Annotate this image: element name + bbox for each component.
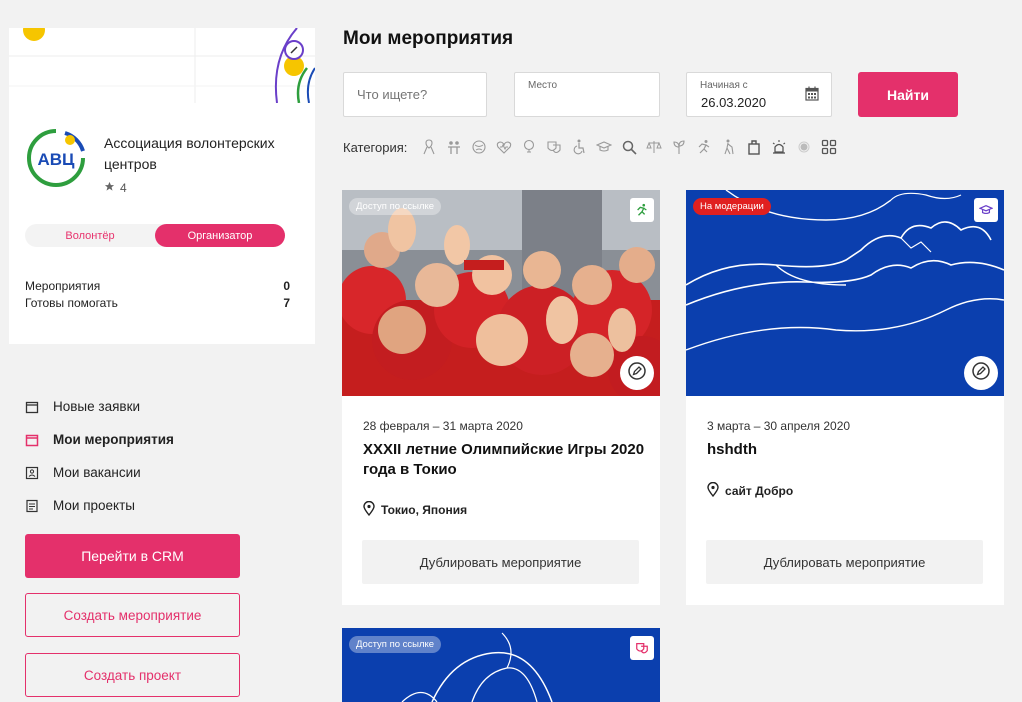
nav-item-my-projects[interactable]: Мои проекты (25, 489, 245, 522)
event-image: На модерации (686, 190, 1004, 396)
create-project-button[interactable]: Создать проект (25, 653, 240, 697)
calendar-icon[interactable] (805, 86, 819, 101)
nav-label: Мои мероприятия (53, 432, 174, 447)
profile-card: АВЦ Ассоциация волонтерских центров 4 Во… (9, 103, 315, 344)
event-card[interactable]: На модерации 3 марта – 30 апреля 2020 hs… (686, 190, 1004, 605)
document-icon (25, 499, 39, 513)
stat-events: Мероприятия 0 (25, 279, 290, 296)
date-value: 26.03.2020 (701, 95, 767, 110)
logo-text: АВЦ (38, 150, 76, 169)
bulb-icon[interactable] (521, 139, 537, 155)
profile-cover (9, 28, 315, 103)
category-filter: Категория: (343, 139, 837, 155)
date-field[interactable]: Начиная с 26.03.2020 (686, 72, 832, 117)
stat-label: Готовы помогать (25, 296, 118, 310)
nav-label: Мои проекты (53, 498, 135, 513)
event-card[interactable]: Доступ по ссылке 28 февраля – 31 марта 2… (342, 190, 660, 605)
date-label: Начиная с (700, 80, 748, 91)
heart-icon[interactable] (496, 139, 512, 155)
go-to-crm-button[interactable]: Перейти в CRM (25, 534, 240, 578)
stat-value: 7 (283, 296, 290, 310)
event-title[interactable]: XXXII летние Олимпийские Игры 2020 года … (363, 440, 648, 480)
category-badge-masks-icon (630, 636, 654, 660)
globe-icon[interactable] (471, 139, 487, 155)
event-location: Токио, Япония (363, 500, 468, 519)
rating-value: 4 (120, 181, 127, 195)
create-event-button[interactable]: Создать мероприятие (25, 593, 240, 637)
nav-item-my-vacancies[interactable]: Мои вакансии (25, 456, 245, 489)
justice-icon[interactable] (646, 139, 663, 155)
organization-logo: АВЦ (25, 127, 87, 189)
search-icon[interactable] (621, 139, 637, 155)
place-field[interactable]: Место (514, 72, 660, 117)
event-date: 3 марта – 30 апреля 2020 (707, 419, 851, 433)
calendar-icon (25, 400, 39, 414)
calendar-icon (25, 433, 39, 447)
runner-icon[interactable] (696, 139, 712, 155)
stat-label: Мероприятия (25, 279, 101, 293)
duplicate-event-button[interactable]: Дублировать мероприятие (362, 540, 639, 584)
pencil-icon (628, 361, 646, 385)
moderation-badge: На модерации (693, 198, 771, 215)
category-badge-graduation-cap-icon (974, 198, 998, 222)
event-location: сайт Добро (707, 481, 794, 500)
virus-icon[interactable] (796, 139, 812, 155)
bag-icon[interactable] (746, 139, 762, 155)
nav-item-new-requests[interactable]: Новые заявки (25, 390, 245, 423)
elderly-icon[interactable] (721, 139, 737, 155)
location-text: сайт Добро (725, 484, 794, 498)
access-badge: Доступ по ссылке (349, 636, 442, 653)
nav-label: Новые заявки (53, 399, 141, 414)
location-text: Токио, Япония (381, 503, 468, 517)
masks-icon[interactable] (546, 139, 562, 155)
stat-value: 0 (283, 279, 290, 293)
organization-name: Ассоциация волонтерских центров (104, 135, 275, 172)
vacancy-icon (25, 466, 39, 480)
page-title: Мои мероприятия (343, 28, 514, 49)
duplicate-event-button[interactable]: Дублировать мероприятие (706, 540, 983, 584)
pencil-icon (972, 361, 990, 385)
edit-event-button[interactable] (620, 356, 654, 390)
grid-icon[interactable] (821, 139, 837, 155)
event-image: Доступ по ссылке (342, 190, 660, 396)
search-field (343, 72, 487, 117)
category-label: Категория: (343, 139, 408, 155)
event-card[interactable]: Доступ по ссылке (342, 628, 660, 702)
role-volunteer-tab[interactable]: Волонтёр (25, 224, 155, 247)
category-icons (421, 139, 837, 155)
nav-label: Мои вакансии (53, 465, 141, 480)
plant-icon[interactable] (671, 139, 687, 155)
location-pin-icon (363, 500, 375, 519)
event-title[interactable]: hshdth (707, 440, 992, 460)
wheelchair-icon[interactable] (571, 139, 587, 155)
siren-icon[interactable] (771, 139, 787, 155)
graduation-cap-icon[interactable] (596, 139, 613, 155)
category-badge-runner-icon (630, 198, 654, 222)
rating: 4 (104, 181, 127, 195)
ribbon-icon[interactable] (421, 139, 437, 155)
edit-event-button[interactable] (964, 356, 998, 390)
stats: Мероприятия 0 Готовы помогать 7 (25, 279, 290, 313)
role-organizer-tab[interactable]: Организатор (155, 224, 285, 247)
search-input[interactable] (357, 87, 477, 102)
star-icon (104, 181, 115, 195)
stat-helpers: Готовы помогать 7 (25, 296, 290, 313)
location-pin-icon (707, 481, 719, 500)
place-label: Место (528, 80, 558, 91)
nav-item-my-events[interactable]: Мои мероприятия (25, 423, 245, 456)
role-switch: Волонтёр Организатор (25, 224, 285, 247)
access-badge: Доступ по ссылке (349, 198, 442, 215)
event-date: 28 февраля – 31 марта 2020 (363, 419, 523, 433)
people-icon[interactable] (446, 139, 462, 155)
sidebar-nav: Новые заявки Мои мероприятия Мои ваканси… (25, 390, 245, 522)
find-button[interactable]: Найти (858, 72, 958, 117)
